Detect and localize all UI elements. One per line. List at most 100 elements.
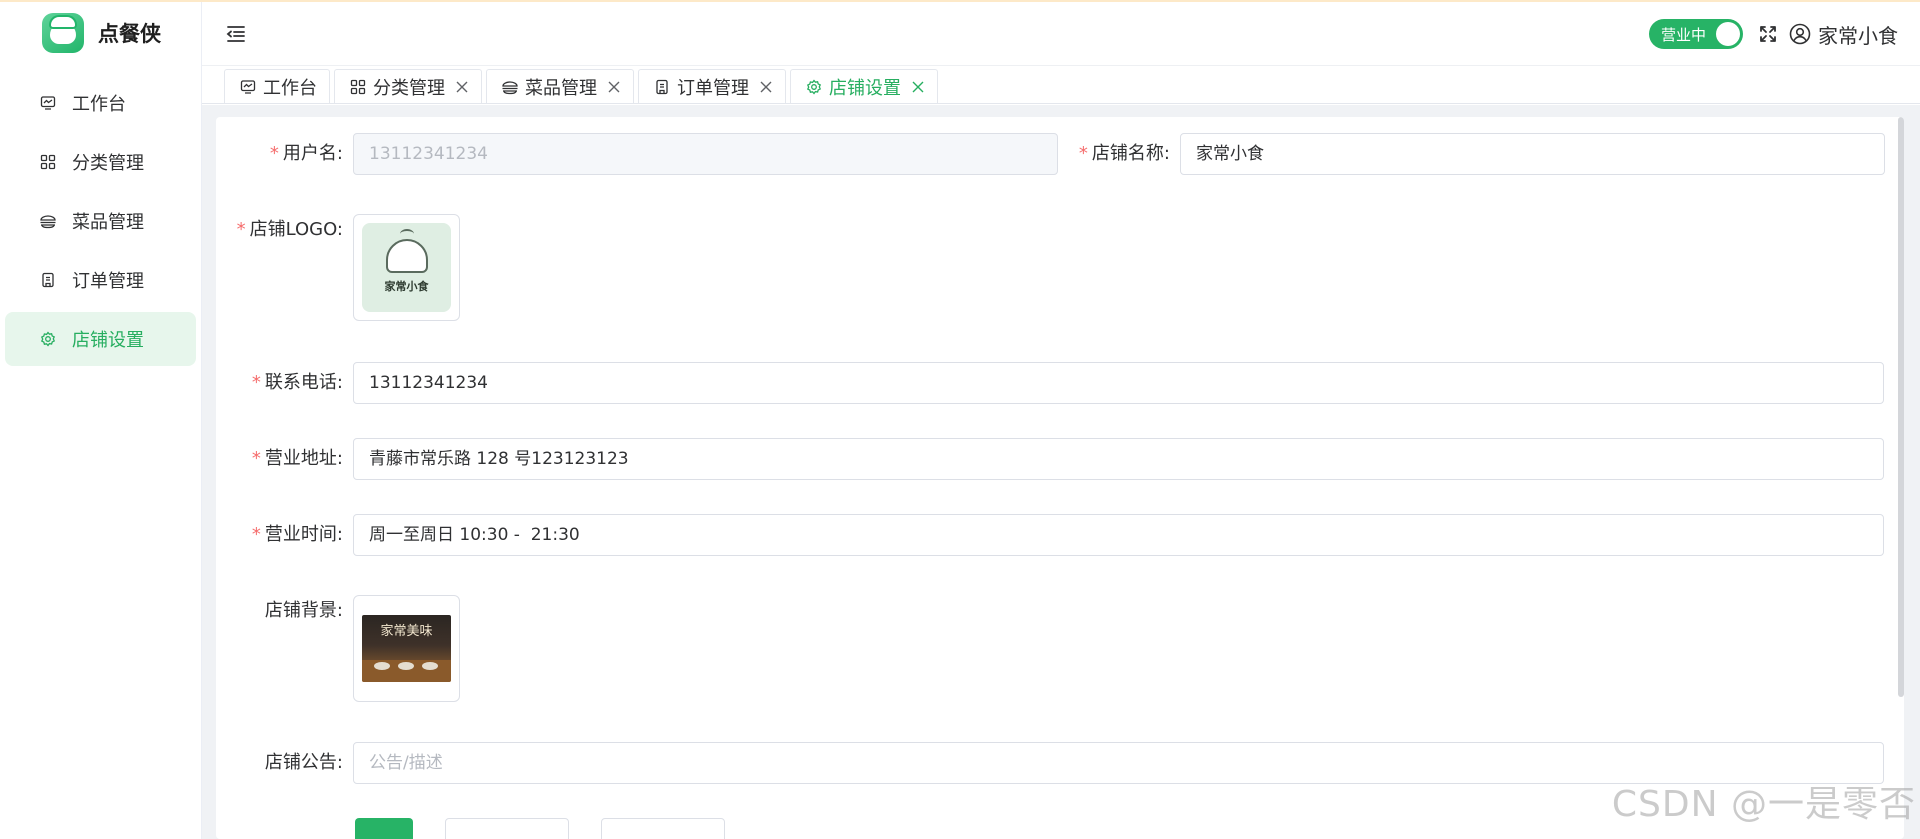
secondary-button[interactable] [445,818,569,839]
logo-upload[interactable]: 家常小食 [353,214,460,321]
sidebar-item-shop-settings[interactable]: 店铺设置 [5,312,196,366]
sidebar-item-label: 菜品管理 [72,212,144,233]
tab-shop-settings[interactable]: 店铺设置 [790,69,938,103]
sidebar-item-dishes[interactable]: 菜品管理 [5,194,196,248]
dish-shape [398,662,414,670]
required-mark: * [251,524,261,545]
monitor-icon [239,78,257,96]
close-icon[interactable] [911,80,925,94]
username-input[interactable]: 13112341234 [353,133,1058,175]
form-row-shop-name: * 店铺名称: 家常小食 [1050,133,1885,175]
required-mark: * [269,143,279,164]
sidebar-item-orders[interactable]: 订单管理 [5,253,196,307]
address-label: * 营业地址: [224,438,353,480]
tab-category[interactable]: 分类管理 [334,69,482,103]
tab-dishes[interactable]: 菜品管理 [486,69,634,103]
tab-workbench[interactable]: 工作台 [224,69,330,103]
logo-caption: 家常小食 [384,280,429,293]
dish-shape [374,662,390,670]
receipt-icon [653,78,671,96]
close-icon[interactable] [455,80,469,94]
form-row-phone: * 联系电话: 13112341234 [224,362,1884,404]
required-mark: * [251,448,261,469]
steam-mark [400,229,414,239]
user-name[interactable]: 家常小食 [1818,20,1898,49]
hours-label-text: 营业时间: [264,524,343,545]
shop-name-label: * 店铺名称: [1050,133,1180,175]
required-mark: * [236,219,246,240]
page-tabs: 工作台 分类管理 菜品管理 订单管理 店铺设置 [202,66,1920,104]
menu-collapse-icon[interactable] [224,22,248,46]
background-image-title: 家常美味 [380,624,433,639]
username-label-text: 用户名: [282,143,343,164]
background-upload[interactable]: 家常美味 [353,595,460,702]
close-icon[interactable] [759,80,773,94]
brand: 点餐侠 [0,2,201,64]
grid-icon [38,152,58,172]
sidebar-item-category[interactable]: 分类管理 [5,135,196,189]
form-row-address: * 营业地址: 青藤市常乐路 128 号123123123 [224,438,1884,480]
form-row-logo: * 店铺LOGO: 家常小食 [224,209,460,321]
sidebar-item-label: 订单管理 [72,271,144,292]
tertiary-button[interactable] [601,818,725,839]
address-input[interactable]: 青藤市常乐路 128 号123123123 [353,438,1884,480]
app-name: 点餐侠 [98,22,161,46]
tab-label: 订单管理 [677,77,749,99]
sidebar-item-label: 店铺设置 [72,330,144,351]
top-header: 营业中 家常小食 [202,2,1920,66]
username-label: * 用户名: [224,133,353,175]
tab-label: 分类管理 [373,77,445,99]
dish-shape [422,662,438,670]
phone-label-text: 联系电话: [264,372,343,393]
notice-label: 店铺公告: [224,742,353,784]
phone-input[interactable]: 13112341234 [353,362,1884,404]
logo-label-text: 店铺LOGO: [249,219,343,240]
app-logo-icon [42,13,84,53]
switch-knob [1716,22,1740,46]
notice-label-text: 店铺公告: [264,752,343,773]
form-scrollbar[interactable] [1898,117,1904,697]
required-mark: * [1078,143,1088,164]
user-avatar-icon[interactable] [1789,23,1811,45]
sidebar-menu: 工作台 分类管理 菜品管理 订单管理 店铺设置 [0,76,201,366]
grid-icon [349,78,367,96]
background-label-text: 店铺背景: [264,600,343,621]
form-row-username: * 用户名: 13112341234 [224,133,1058,175]
hours-label: * 营业时间: [224,514,353,556]
tab-label: 菜品管理 [525,77,597,99]
shop-background-image: 家常美味 [362,615,451,682]
header-actions: 营业中 家常小食 [1649,18,1898,50]
form-actions [355,818,725,839]
monitor-icon [38,93,58,113]
sidebar-item-label: 工作台 [72,94,126,115]
required-mark: * [251,372,261,393]
bun-mark [386,239,428,273]
shop-logo-image: 家常小食 [362,223,451,312]
sidebar: 点餐侠 工作台 分类管理 菜品管理 订单管理 店铺设置 [0,2,202,839]
primary-button[interactable] [355,818,413,839]
receipt-icon [38,270,58,290]
sidebar-item-label: 分类管理 [72,153,144,174]
logo-label: * 店铺LOGO: [224,209,353,251]
background-label: 店铺背景: [224,590,353,632]
tab-label: 店铺设置 [829,77,901,99]
gear-icon [805,78,823,96]
shop-name-input[interactable]: 家常小食 [1180,133,1885,175]
form-row-background: 店铺背景: 家常美味 [224,590,460,702]
csdn-watermark: CSDN @一是零否 [1611,784,1916,825]
bowl-icon [38,211,58,231]
fullscreen-icon[interactable] [1757,23,1779,45]
sidebar-item-workbench[interactable]: 工作台 [5,76,196,130]
address-label-text: 营业地址: [264,448,343,469]
close-icon[interactable] [607,80,621,94]
tab-label: 工作台 [263,77,317,99]
form-row-hours: * 营业时间: 周一至周日 10:30 - 21:30 [224,514,1884,556]
phone-label: * 联系电话: [224,362,353,404]
business-status-label: 营业中 [1661,25,1707,44]
bowl-icon [501,78,519,96]
shop-name-label-text: 店铺名称: [1091,143,1170,164]
tab-orders[interactable]: 订单管理 [638,69,786,103]
hours-input[interactable]: 周一至周日 10:30 - 21:30 [353,514,1884,556]
business-status-switch[interactable]: 营业中 [1649,19,1743,49]
gear-icon [38,329,58,349]
